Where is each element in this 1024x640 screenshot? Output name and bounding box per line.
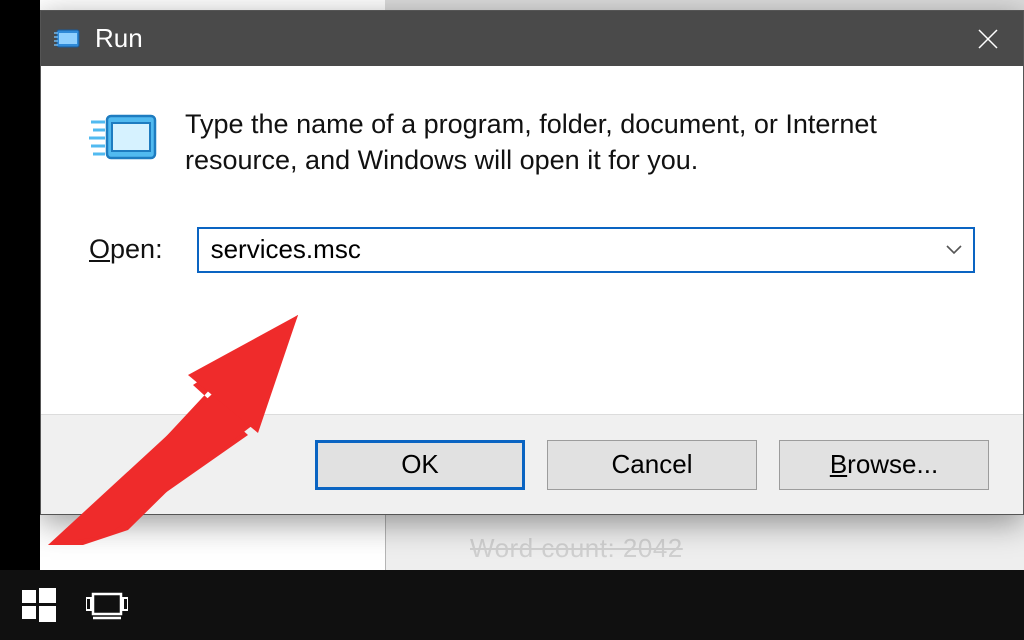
start-icon[interactable]	[22, 588, 56, 622]
background-word-count: Word count: 2042	[470, 533, 683, 564]
dialog-body: Type the name of a program, folder, docu…	[41, 66, 1023, 414]
ok-button[interactable]: OK	[315, 440, 525, 490]
open-label: Open:	[89, 234, 163, 265]
titlebar-title: Run	[95, 23, 953, 54]
button-row: OK Cancel Browse...	[41, 414, 1023, 514]
chevron-down-icon[interactable]	[945, 245, 963, 255]
titlebar[interactable]: Run	[41, 11, 1023, 66]
close-button[interactable]	[953, 11, 1023, 66]
open-combobox[interactable]	[197, 227, 975, 273]
open-input[interactable]	[211, 234, 945, 265]
desktop-left-edge	[0, 0, 40, 570]
dialog-description: Type the name of a program, folder, docu…	[185, 106, 975, 179]
cancel-button[interactable]: Cancel	[547, 440, 757, 490]
taskbar[interactable]	[0, 570, 1024, 640]
browse-button[interactable]: Browse...	[779, 440, 989, 490]
run-dialog: Run Type the name of a program, folder, …	[40, 10, 1024, 515]
run-icon	[53, 27, 81, 50]
background-window-header	[385, 0, 1024, 10]
run-large-icon	[89, 110, 159, 173]
task-view-icon[interactable]	[86, 588, 128, 622]
